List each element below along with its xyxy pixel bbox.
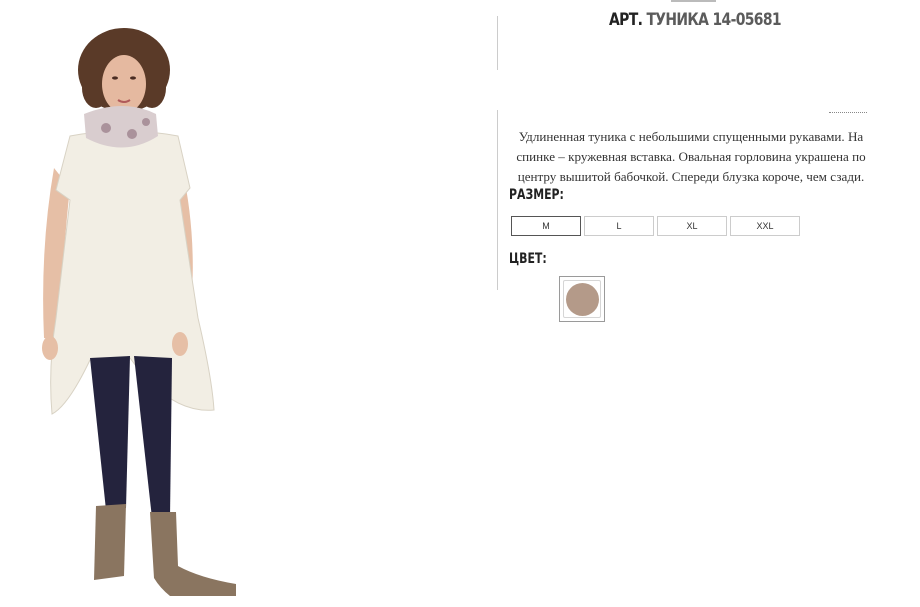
size-option-xxl[interactable]: XXL: [730, 216, 800, 236]
vertical-divider: [497, 16, 498, 70]
color-swatch-frame: [563, 280, 601, 318]
product-description: Удлиненная туника с небольшими спущенным…: [516, 129, 866, 184]
product-photo: [42, 28, 236, 596]
color-label: ЦВЕТ:: [509, 251, 547, 267]
size-selector: M L XL XXL: [511, 216, 800, 236]
model-face: [102, 55, 146, 113]
model-tunic: [50, 130, 215, 415]
model-leggings: [90, 356, 130, 510]
dotted-divider: [829, 112, 867, 113]
size-label: РАЗМЕР:: [509, 187, 564, 203]
size-option-m[interactable]: M: [511, 216, 581, 236]
product-title: АРТ. ТУНИКА 14-05681: [584, 10, 805, 30]
model-boots: [94, 504, 126, 580]
top-divider: [671, 0, 716, 2]
size-option-l[interactable]: L: [584, 216, 654, 236]
size-option-xl[interactable]: XL: [657, 216, 727, 236]
model-scarf: [84, 106, 158, 148]
color-swatch-dot: [565, 282, 599, 316]
color-swatch[interactable]: [559, 276, 605, 322]
product-title-name: ТУНИКА 14-05681: [646, 10, 781, 30]
product-title-prefix: АРТ.: [609, 10, 643, 30]
vertical-divider: [497, 110, 498, 290]
